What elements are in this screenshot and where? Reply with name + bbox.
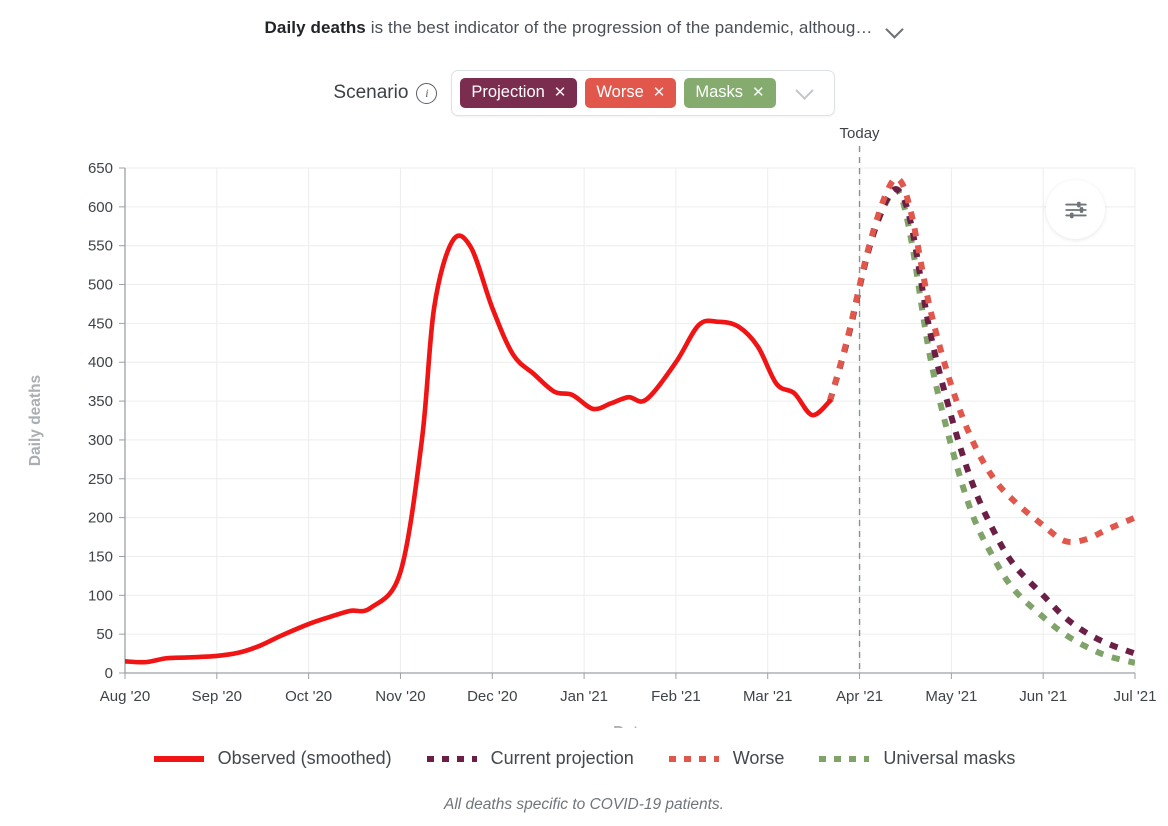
legend-key-universal-masks bbox=[819, 755, 870, 762]
today-marker-label: Today bbox=[840, 128, 881, 142]
scenario-tag-projection-label: Projection bbox=[471, 83, 545, 102]
x-tick-label: May '21 bbox=[925, 688, 977, 705]
close-icon[interactable]: ✕ bbox=[752, 85, 765, 100]
chart-legend: Observed (smoothed) Current projection W… bbox=[0, 748, 1168, 769]
y-tick-label: 650 bbox=[88, 160, 113, 177]
y-tick-label: 550 bbox=[88, 238, 113, 255]
scenario-tag-worse-label: Worse bbox=[596, 83, 644, 102]
y-axis-title: Daily deaths bbox=[27, 375, 44, 466]
y-tick-label: 300 bbox=[88, 432, 113, 449]
sliders-icon bbox=[1064, 201, 1087, 218]
scenario-tag-worse[interactable]: Worse ✕ bbox=[585, 78, 677, 108]
y-tick-label: 50 bbox=[96, 626, 113, 643]
chart-header: Daily deaths is the best indicator of th… bbox=[0, 0, 1168, 56]
chevron-down-icon[interactable] bbox=[886, 23, 903, 33]
y-tick-label: 250 bbox=[88, 471, 113, 488]
x-tick-label: Apr '21 bbox=[836, 688, 883, 705]
chevron-down-icon bbox=[795, 80, 814, 100]
x-tick-label: Sep '20 bbox=[192, 688, 242, 705]
legend-key-current-projection bbox=[426, 755, 477, 762]
y-tick-label: 600 bbox=[88, 199, 113, 216]
x-tick-label: Aug '20 bbox=[100, 688, 150, 705]
series-line-observed-smoothed bbox=[125, 233, 833, 665]
scenario-tag-masks[interactable]: Masks ✕ bbox=[684, 78, 776, 108]
scenario-tag-masks-label: Masks bbox=[695, 83, 743, 102]
close-icon[interactable]: ✕ bbox=[653, 85, 666, 100]
legend-item-universal-masks[interactable]: Universal masks bbox=[818, 748, 1015, 769]
x-tick-label: Dec '20 bbox=[467, 688, 517, 705]
legend-label-current-projection: Current projection bbox=[490, 748, 634, 768]
y-tick-label: 100 bbox=[88, 587, 113, 604]
chart-container: 0 50 100 150 200 250 300 350 400 450 500 550 600 650 A… bbox=[0, 128, 1168, 728]
chart-footnote: All deaths specific to COVID-19 patients… bbox=[444, 796, 724, 813]
y-tick-label: 200 bbox=[88, 510, 113, 527]
scenario-dropdown-toggle[interactable] bbox=[784, 80, 826, 100]
x-axis-title: Date bbox=[613, 724, 647, 728]
scenario-tag-projection[interactable]: Projection ✕ bbox=[460, 78, 578, 108]
y-tick-label: 500 bbox=[88, 277, 113, 294]
y-tick-label: 350 bbox=[88, 393, 113, 410]
legend-key-worse bbox=[668, 755, 719, 762]
legend-item-current-projection[interactable]: Current projection bbox=[426, 748, 634, 769]
x-tick-label: Jun '21 bbox=[1019, 688, 1067, 705]
legend-item-worse[interactable]: Worse bbox=[668, 748, 785, 769]
y-tick-label: 450 bbox=[88, 315, 113, 332]
x-tick-label: Nov '20 bbox=[375, 688, 425, 705]
legend-item-observed[interactable]: Observed (smoothed) bbox=[153, 748, 392, 769]
page-title: Daily deaths is the best indicator of th… bbox=[265, 18, 873, 38]
chart-settings-button[interactable] bbox=[1046, 180, 1105, 239]
scenario-label-group: Scenario i bbox=[333, 82, 438, 104]
legend-label-universal-masks: Universal masks bbox=[883, 748, 1016, 768]
legend-key-observed bbox=[153, 755, 204, 762]
y-tick-label: 400 bbox=[88, 354, 113, 371]
series-line-universal-masks bbox=[827, 186, 1135, 666]
legend-label-observed: Observed (smoothed) bbox=[217, 748, 392, 768]
x-tick-label: Mar '21 bbox=[743, 688, 793, 705]
scenario-multiselect[interactable]: Projection ✕ Worse ✕ Masks ✕ bbox=[451, 70, 835, 116]
daily-deaths-chart: 0 50 100 150 200 250 300 350 400 450 500 550 600 650 A… bbox=[27, 128, 1157, 728]
x-tick-label: Jul '21 bbox=[1114, 688, 1157, 705]
scenario-selector: Scenario i Projection ✕ Worse ✕ Masks ✕ bbox=[0, 70, 1168, 116]
close-icon[interactable]: ✕ bbox=[554, 85, 567, 100]
x-tick-label: Oct '20 bbox=[285, 688, 332, 705]
x-tick-label: Jan '21 bbox=[560, 688, 608, 705]
y-tick-label: 150 bbox=[88, 548, 113, 565]
scenario-label: Scenario bbox=[333, 82, 409, 103]
x-tick-label: Feb '21 bbox=[651, 688, 701, 705]
series-line-current-projection bbox=[827, 186, 1135, 657]
y-tick-label: 0 bbox=[105, 665, 113, 682]
page-title-emphasis: Daily deaths bbox=[264, 18, 366, 37]
info-icon[interactable]: i bbox=[416, 82, 438, 104]
page-title-rest: is the best indicator of the progression… bbox=[365, 18, 873, 37]
legend-label-worse: Worse bbox=[732, 748, 785, 768]
